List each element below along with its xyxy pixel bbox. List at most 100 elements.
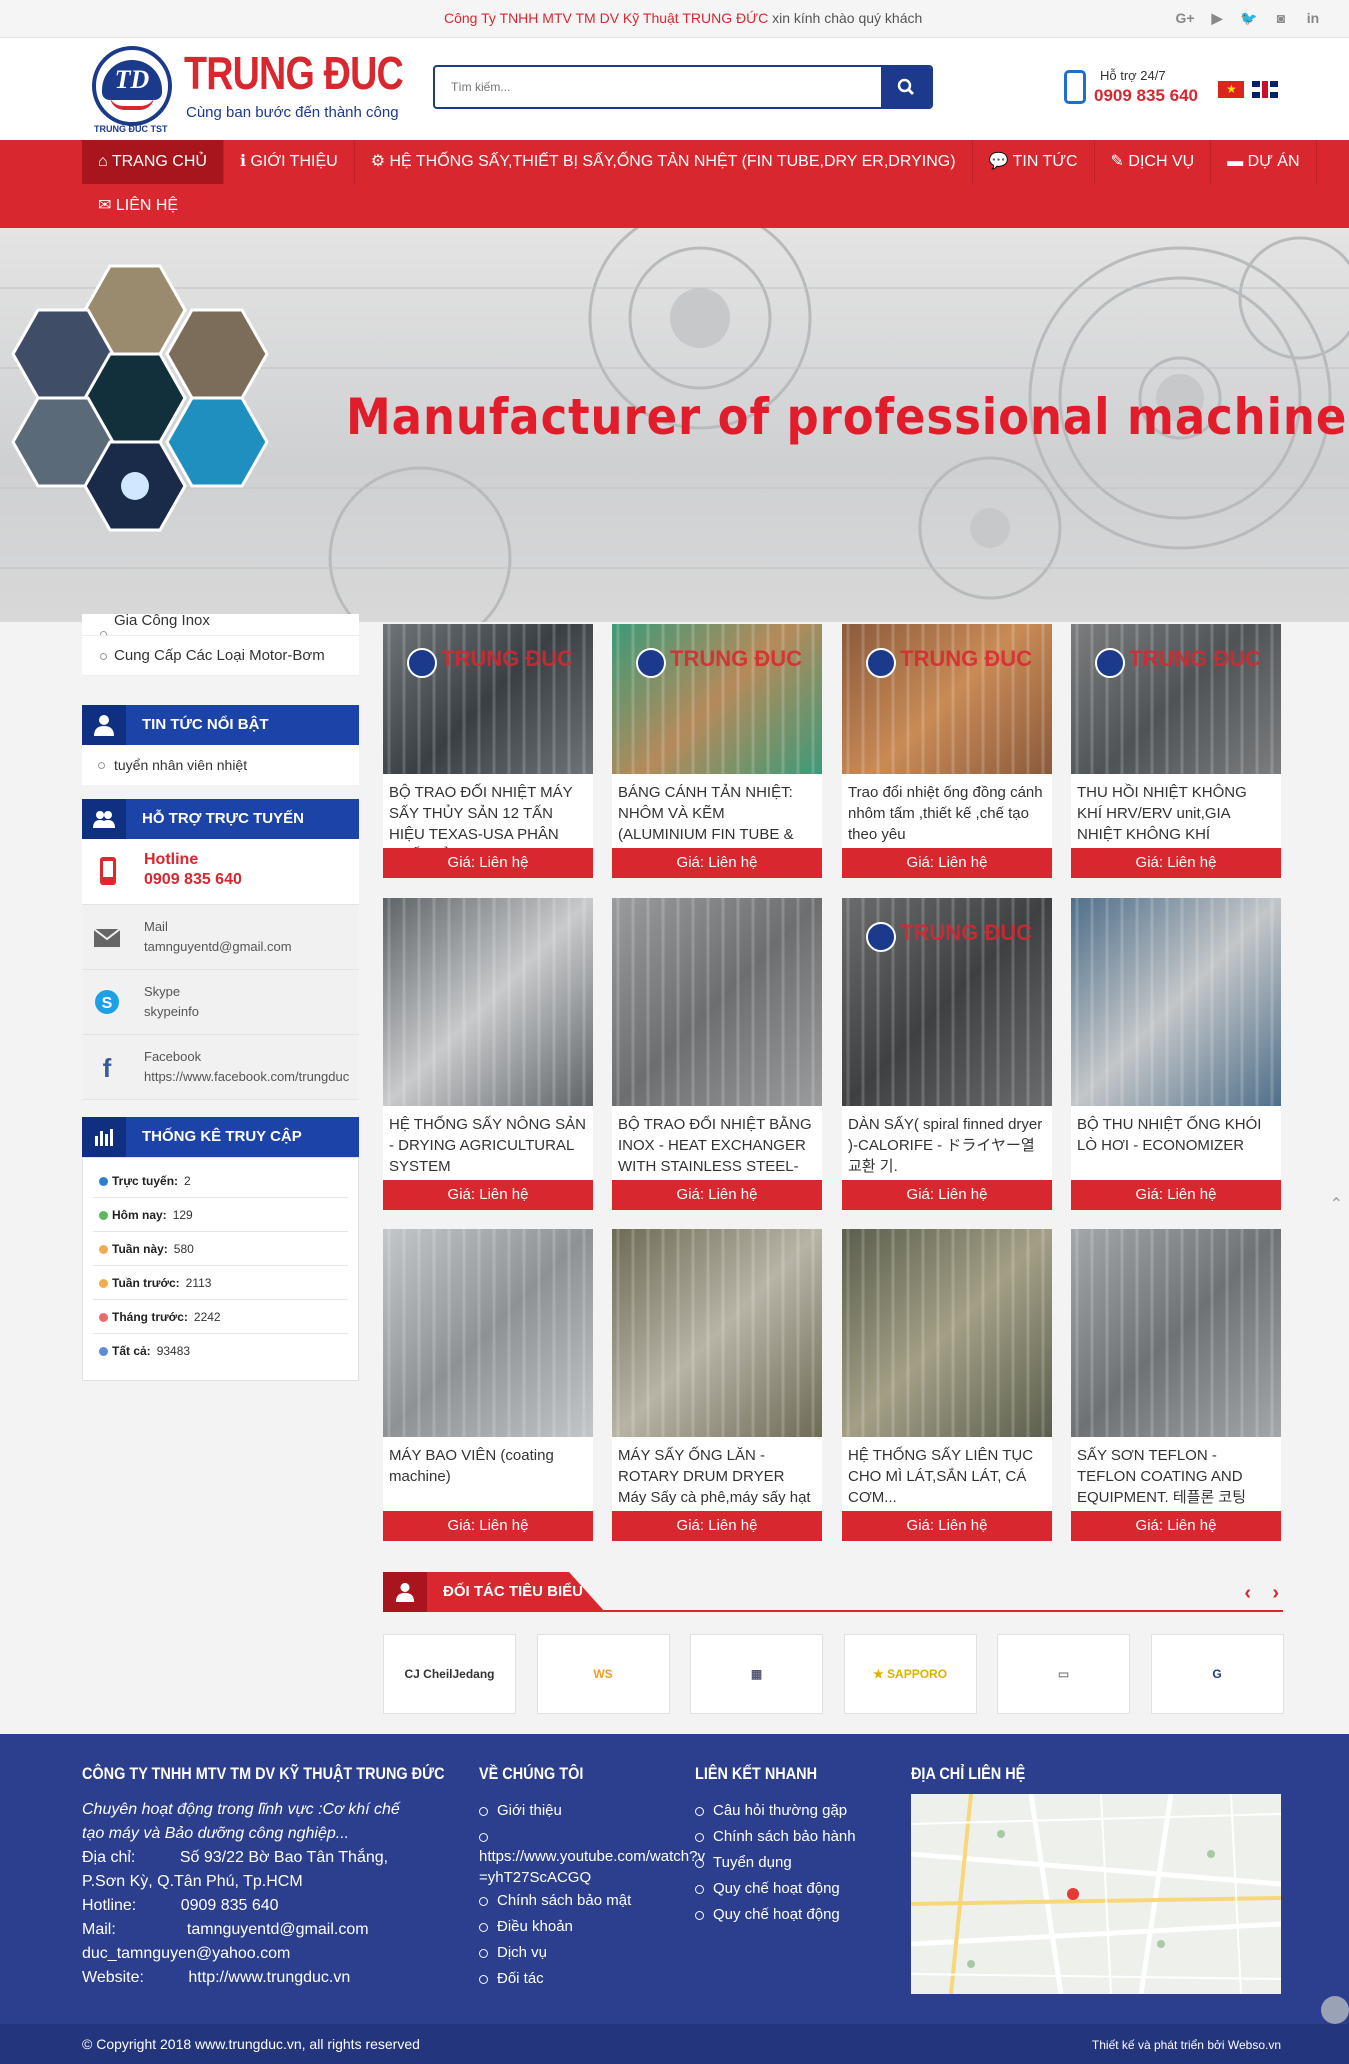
product-image[interactable] — [383, 1229, 593, 1437]
product-price[interactable]: Giá: Liên hệ — [612, 1511, 822, 1541]
partner-logo[interactable]: ★ SAPPORO — [843, 1634, 977, 1714]
product-card[interactable]: TRUNG ĐUC THU HỒI NHIỆT KHÔNG KHÍ HRV/ER… — [1071, 624, 1281, 878]
product-name[interactable]: BỘ THU NHIỆT ỐNG KHÓI LÒ HƠI - ECONOMIZE… — [1071, 1106, 1281, 1180]
support-phone[interactable]: 0909 835 640 — [1094, 86, 1198, 106]
product-image[interactable]: TRUNG ĐUC — [842, 624, 1052, 774]
hero-banner[interactable]: Manufacturer of professional machine — [0, 228, 1349, 622]
logo-emblem[interactable]: TD — [92, 46, 172, 126]
product-name[interactable]: THU HỒI NHIỆT KHÔNG KHÍ HRV/ERV unit,GIA… — [1071, 774, 1281, 848]
product-name[interactable]: SẤY SƠN TEFLON -TEFLON COATING AND EQUIP… — [1071, 1437, 1281, 1511]
next-arrow-icon[interactable]: › — [1272, 1582, 1279, 1605]
product-card[interactable]: TRUNG ĐUC BỘ TRAO ĐỐI NHIỆT MÁY SẤY THỦY… — [383, 624, 593, 878]
product-card[interactable]: BỘ THU NHIỆT ỐNG KHÓI LÒ HƠI - ECONOMIZE… — [1071, 898, 1281, 1210]
footer-link[interactable]: Chính sách bảo mật — [479, 1888, 709, 1914]
category-item[interactable]: Cung Cấp Các Loại Motor-Bơm — [82, 636, 359, 676]
skype-row[interactable]: S Skype skypeinfo — [82, 970, 359, 1035]
product-card[interactable]: HỆ THỐNG SẤY LIÊN TỤC CHO MÌ LÁT,SẮN LÁT… — [842, 1229, 1052, 1541]
partner-logo[interactable]: ▦ — [690, 1634, 823, 1714]
hotline-row[interactable]: Hotline 0909 835 640 — [82, 839, 359, 905]
product-price[interactable]: Giá: Liên hệ — [1071, 1511, 1281, 1541]
footer-link[interactable]: Giới thiệu — [479, 1798, 709, 1824]
footer-link[interactable]: Đối tác — [479, 1966, 709, 1992]
product-image[interactable]: TRUNG ĐUC — [842, 898, 1052, 1106]
product-name[interactable]: MÁY SẤY ỐNG LĂN - ROTARY DRUM DRYER Máy … — [612, 1437, 822, 1511]
product-price[interactable]: Giá: Liên hệ — [612, 1180, 822, 1210]
footer-link[interactable]: Quy chế hoạt động — [695, 1876, 895, 1902]
prev-arrow-icon[interactable]: ‹ — [1244, 1582, 1251, 1605]
product-card[interactable]: TRUNG ĐUC BÁNG CÁNH TẢN NHIỆT: NHÔM VÀ K… — [612, 624, 822, 878]
nav-home[interactable]: ⌂ TRANG CHỦ — [82, 140, 224, 184]
product-card[interactable]: MÁY SẤY ỐNG LĂN - ROTARY DRUM DRYER Máy … — [612, 1229, 822, 1541]
product-name[interactable]: BÁNG CÁNH TẢN NHIỆT: NHÔM VÀ KẼM (ALUMIN… — [612, 774, 822, 848]
product-price[interactable]: Giá: Liên hệ — [842, 848, 1052, 878]
mail-row[interactable]: Mail tamnguyentd@gmail.com — [82, 905, 359, 970]
footer-link[interactable]: Chính sách bảo hành — [695, 1824, 895, 1850]
chevron-up-icon[interactable]: ⌃ — [1330, 1194, 1343, 1214]
product-price[interactable]: Giá: Liên hệ — [1071, 848, 1281, 878]
product-image[interactable] — [612, 898, 822, 1106]
footer-link[interactable]: https://www.youtube.com/watch?v=yhT27ScA… — [479, 1824, 709, 1888]
news-item[interactable]: tuyển nhân viên nhiệt — [82, 745, 359, 785]
footer-link[interactable]: Dịch vụ — [479, 1940, 709, 1966]
footer-mail-2[interactable]: duc_tamnguyen@yahoo.com — [82, 1942, 422, 1966]
product-price[interactable]: Giá: Liên hệ — [842, 1180, 1052, 1210]
twitter-icon[interactable]: 🐦 — [1239, 8, 1259, 28]
product-image[interactable] — [1071, 1229, 1281, 1437]
product-price[interactable]: Giá: Liên hệ — [1071, 1180, 1281, 1210]
nav-projects[interactable]: ▬ DỰ ÁN — [1211, 140, 1317, 184]
nav-drying-systems[interactable]: ⚙ HỆ THỐNG SẤY,THIẾT BỊ SẤY,ỐNG TẢN NHỆT… — [355, 140, 973, 184]
search-input[interactable] — [435, 67, 883, 107]
footer-link[interactable]: Điều khoản — [479, 1914, 709, 1940]
brand-name[interactable]: TRUNG ĐUC — [184, 46, 404, 100]
partner-logo[interactable]: G — [1150, 1634, 1284, 1714]
location-map[interactable] — [911, 1794, 1281, 1994]
product-price[interactable]: Giá: Liên hệ — [383, 848, 593, 878]
partner-logo[interactable]: WS — [536, 1634, 670, 1714]
product-card[interactable]: MÁY BAO VIÊN (coating machine) Giá: Liên… — [383, 1229, 593, 1541]
product-image[interactable]: TRUNG ĐUC — [612, 624, 822, 774]
product-name[interactable]: HỆ THỐNG SẤY LIÊN TỤC CHO MÌ LÁT,SẮN LÁT… — [842, 1437, 1052, 1511]
partner-logo[interactable]: ▭ — [997, 1634, 1130, 1714]
category-item[interactable]: Gia Công Inox — [82, 614, 359, 636]
nav-contact[interactable]: ✉ LIÊN HỆ — [82, 184, 194, 228]
product-image[interactable] — [842, 1229, 1052, 1437]
product-name[interactable]: MÁY BAO VIÊN (coating machine) — [383, 1437, 593, 1511]
product-name[interactable]: BỘ TRAO ĐỔI NHIỆT BẰNG INOX - HEAT EXCHA… — [612, 1106, 822, 1180]
nav-news[interactable]: 💬 TIN TỨC — [973, 140, 1095, 184]
footer-link[interactable]: Tuyển dụng — [695, 1850, 895, 1876]
product-price[interactable]: Giá: Liên hệ — [842, 1511, 1052, 1541]
product-card[interactable]: BỘ TRAO ĐỔI NHIỆT BẰNG INOX - HEAT EXCHA… — [612, 898, 822, 1210]
footer-link[interactable]: Câu hỏi thường gặp — [695, 1798, 895, 1824]
search-button[interactable] — [881, 67, 931, 107]
vietnam-flag-icon[interactable]: ★ — [1218, 81, 1244, 98]
partner-logo[interactable]: CJ CheilJedang — [383, 1634, 516, 1714]
footer-link[interactable]: Quy chế hoạt động — [695, 1902, 895, 1928]
linkedin-icon[interactable]: in — [1303, 8, 1323, 28]
product-card[interactable]: SẤY SƠN TEFLON -TEFLON COATING AND EQUIP… — [1071, 1229, 1281, 1541]
product-name[interactable]: DÀN SẤY( spiral finned dryer )-CALORIFE … — [842, 1106, 1052, 1180]
product-price[interactable]: Giá: Liên hệ — [383, 1180, 593, 1210]
product-image[interactable] — [612, 1229, 822, 1437]
product-price[interactable]: Giá: Liên hệ — [383, 1511, 593, 1541]
google-plus-icon[interactable]: G+ — [1175, 8, 1195, 28]
product-price[interactable]: Giá: Liên hệ — [612, 848, 822, 878]
mail-value[interactable]: tamnguyentd@gmail.com — [187, 1921, 369, 1938]
website-value[interactable]: http://www.trungduc.vn — [188, 1969, 350, 1986]
product-name[interactable]: BỘ TRAO ĐỐI NHIỆT MÁY SẤY THỦY SẢN 12 TẤ… — [383, 774, 593, 848]
nav-about[interactable]: ℹ GIỚI THIỆU — [224, 140, 355, 184]
youtube-icon[interactable]: ▶ — [1207, 8, 1227, 28]
product-image[interactable]: TRUNG ĐUC — [383, 624, 593, 774]
product-image[interactable] — [1071, 898, 1281, 1106]
product-name[interactable]: HỆ THỐNG SẤY NÔNG SẢN - DRYING AGRICULTU… — [383, 1106, 593, 1180]
product-image[interactable] — [383, 898, 593, 1106]
product-name[interactable]: Trao đổi nhiệt ống đồng cánh nhôm tấm ,t… — [842, 774, 1052, 848]
product-card[interactable]: TRUNG ĐUC Trao đổi nhiệt ống đồng cánh n… — [842, 624, 1052, 878]
product-card[interactable]: HỆ THỐNG SẤY NÔNG SẢN - DRYING AGRICULTU… — [383, 898, 593, 1210]
product-card[interactable]: TRUNG ĐUC DÀN SẤY( spiral finned dryer )… — [842, 898, 1052, 1210]
facebook-row[interactable]: f Facebook https://www.facebook.com/trun… — [82, 1035, 359, 1100]
designed-by-text[interactable]: Thiết kế và phát triển bởi Webso.vn — [1092, 2038, 1281, 2052]
scroll-to-top-button[interactable] — [1321, 1996, 1349, 2024]
nav-services[interactable]: ✎ DỊCH VỤ — [1095, 140, 1212, 184]
instagram-icon[interactable]: ◙ — [1271, 8, 1291, 28]
product-image[interactable]: TRUNG ĐUC — [1071, 624, 1281, 774]
